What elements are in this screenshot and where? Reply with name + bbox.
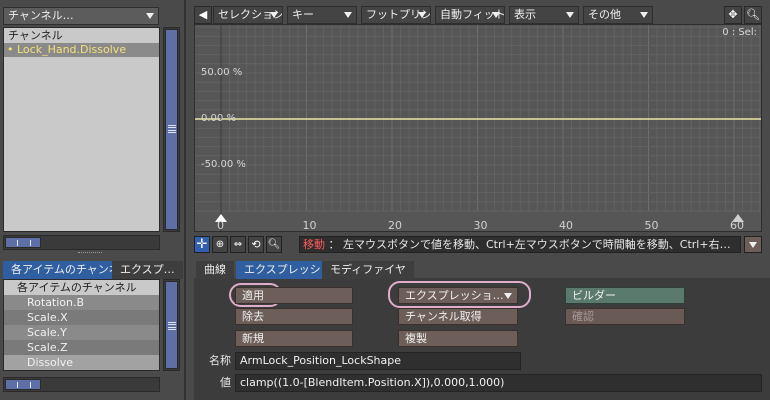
- chevron-down-icon: [146, 13, 154, 19]
- chevron-down-icon: [640, 12, 648, 18]
- move-tool-button[interactable]: ✛: [194, 236, 210, 253]
- expression-dropdown[interactable]: エクスプレッショ…: [398, 287, 518, 304]
- channel-list[interactable]: チャンネル • Lock_Hand.Dissolve: [3, 27, 160, 232]
- graph-grid: [195, 25, 761, 231]
- apply-button[interactable]: 適用: [235, 287, 353, 304]
- name-field[interactable]: ArmLock_Position_LockShape: [235, 352, 521, 370]
- chevron-down-icon: [492, 12, 500, 18]
- pan-view-button[interactable]: ✥: [724, 6, 742, 24]
- tree-item[interactable]: Dissolve: [4, 355, 159, 370]
- status-hint: ： 左マウスボタンで値を移動、Ctrl+左マウスボタンで時間軸を移動、Ctrl+…: [328, 238, 731, 251]
- channel-list-hscrollbar[interactable]: [3, 235, 160, 250]
- x-tick-label: 10: [302, 219, 317, 232]
- expression-dropdown-label: エクスプレッショ…: [405, 289, 504, 302]
- chevron-down-icon: [418, 12, 426, 18]
- tree-item[interactable]: Rotation.B: [4, 295, 159, 310]
- y-label-0: 0.00 %: [201, 113, 236, 124]
- grip-icon: [168, 322, 176, 325]
- toolbar-menu-1[interactable]: キー: [287, 6, 357, 24]
- hscrollbar-thumb[interactable]: [5, 237, 41, 248]
- channel-list-scrollbar[interactable]: [163, 27, 180, 232]
- rotate-icon: ⟲: [251, 238, 261, 251]
- panel-divider[interactable]: [184, 0, 186, 400]
- tab-curve[interactable]: 曲線: [196, 261, 234, 279]
- duplicate-button[interactable]: 複製: [398, 330, 518, 347]
- y-label-50: 50.00 %: [201, 67, 243, 78]
- grip-icon: [17, 240, 31, 246]
- chevron-down-icon: [344, 12, 352, 18]
- magnifier-icon: 🔍︎: [267, 239, 281, 250]
- toolbar-menu-label: その他: [588, 8, 621, 21]
- move-arrows-icon: ✥: [728, 8, 738, 21]
- scrollbar-thumb[interactable]: [165, 281, 178, 369]
- confirm-button[interactable]: 確認: [565, 308, 685, 325]
- x-tick-label: 0: [217, 219, 224, 232]
- add-key-icon: ⊕: [215, 239, 225, 250]
- graph-editor-canvas[interactable]: 50.00 % 0.00 % -50.00 % 0 : Sel: 0 10 20 30…: [194, 24, 762, 232]
- zoom-view-button[interactable]: 🔍︎: [744, 6, 762, 24]
- tree-item[interactable]: Scale.Y: [4, 325, 159, 340]
- builder-button[interactable]: ビルダー: [565, 287, 685, 304]
- status-dropdown-button[interactable]: [744, 236, 762, 253]
- grip-icon: [17, 382, 31, 388]
- panel-splitter[interactable]: [78, 252, 102, 255]
- add-key-button[interactable]: ⊕: [212, 236, 228, 253]
- status-mode: 移動: [303, 238, 325, 251]
- toolbar-menu-3[interactable]: 自動フィット: [435, 6, 505, 24]
- tree-root[interactable]: 各アイテムのチャンネル: [4, 280, 159, 295]
- name-label: 名称: [209, 354, 231, 367]
- x-tick-label: 60: [730, 219, 744, 232]
- item-channel-tree[interactable]: 各アイテムのチャンネル Rotation.B Scale.X Scale.Y Scal…: [3, 279, 160, 371]
- channel-list-header: チャンネル: [4, 28, 159, 43]
- toolbar-menu-0[interactable]: セレクション: [213, 6, 283, 24]
- tree-scrollbar[interactable]: [163, 279, 180, 371]
- roll-tool-button[interactable]: ⟲: [248, 236, 264, 253]
- chevron-down-icon: [504, 293, 512, 299]
- value-field[interactable]: clamp((1.0-[BlendItem.Position.X]),0.000…: [235, 374, 762, 392]
- zoom-tool-button[interactable]: 🔍︎: [266, 236, 282, 253]
- collapse-left-button[interactable]: ◀: [194, 6, 212, 24]
- toolbar-menu-2[interactable]: フットプリント: [361, 6, 431, 24]
- toolbar-menu-4[interactable]: 表示: [509, 6, 579, 24]
- channel-list-item[interactable]: • Lock_Hand.Dissolve: [4, 43, 159, 57]
- tree-item[interactable]: Scale.Z: [4, 340, 159, 355]
- x-tick-label: 50: [644, 219, 659, 232]
- hscrollbar-thumb[interactable]: [5, 379, 41, 390]
- chevron-down-icon: [270, 12, 278, 18]
- remove-button[interactable]: 除去: [235, 308, 353, 325]
- tree-item[interactable]: Scale.X: [4, 310, 159, 325]
- x-tick-label: 40: [559, 219, 573, 232]
- stretch-icon: ⇔: [233, 239, 243, 250]
- status-hint-bar: 移動 ： 左マウスボタンで値を移動、Ctrl+左マウスボタンで時間軸を移動、Ct…: [299, 236, 741, 253]
- grip-icon: [168, 327, 176, 330]
- channel-filter-dropdown[interactable]: チャンネル…: [3, 7, 159, 25]
- grip-icon: [168, 125, 176, 128]
- y-label-minus-50: -50.00 %: [201, 159, 246, 170]
- x-tick-label: 20: [388, 219, 402, 232]
- value-label: 値: [220, 376, 231, 389]
- triangle-left-icon: ◀: [198, 8, 208, 21]
- scrollbar-thumb[interactable]: [165, 29, 178, 230]
- move-icon: ✛: [196, 237, 208, 252]
- toolbar-menu-label: 表示: [514, 8, 536, 21]
- tab-modifier[interactable]: モディファイヤ: [322, 261, 414, 279]
- tab-expressions[interactable]: エクスプ…: [112, 261, 183, 279]
- x-tick-label: 30: [473, 219, 488, 232]
- toolbar-menu-label: キー: [292, 8, 314, 21]
- selection-readout: 0 : Sel:: [722, 27, 757, 38]
- new-button[interactable]: 新規: [235, 330, 353, 347]
- channel-filter-label: チャンネル…: [8, 9, 74, 22]
- get-channel-button[interactable]: チャンネル取得: [398, 308, 518, 325]
- tree-hscrollbar[interactable]: [3, 377, 160, 392]
- grip-icon: [168, 130, 176, 133]
- magnifier-icon: 🔍︎: [746, 8, 760, 21]
- stretch-tool-button[interactable]: ⇔: [230, 236, 246, 253]
- chevron-down-icon: [566, 12, 574, 18]
- toolbar-menu-5[interactable]: その他: [583, 6, 653, 24]
- chevron-down-icon: [749, 242, 757, 248]
